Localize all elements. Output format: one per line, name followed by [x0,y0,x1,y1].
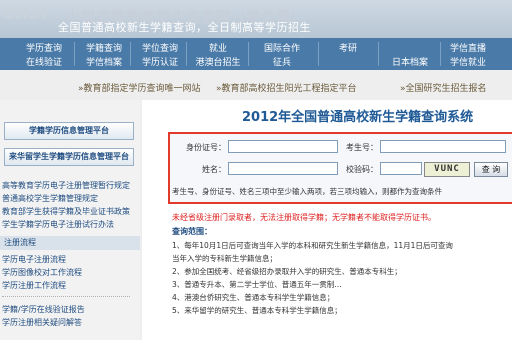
nav-item-enrollment-query[interactable]: 学籍查询 [76,42,132,56]
sidebar-link[interactable]: 学历注册工作流程 [2,280,66,291]
name-input[interactable] [228,162,338,175]
nav-item-degree-cert[interactable]: 学位查询 [132,42,188,56]
name-label: 姓名： [202,165,226,174]
nav-item-employment[interactable]: 就业 [190,42,246,56]
sidebar: 学籍学历信息管理平台 来华留学生学籍学历信息管理平台 高等教育学历电子注册管理暂… [0,100,140,340]
scope-line: 3、普通专升本、第二学士学位、普通五年一贯制… [172,280,342,289]
id-number-input[interactable] [228,140,338,153]
ticker-item[interactable]: »全国研究生招生报名 [400,81,487,94]
nav-item-international[interactable]: 国际合作 [254,42,310,56]
nav-item-postgrad[interactable]: 考研 [320,42,376,56]
nav-separator [378,42,379,66]
nav-separator [74,42,75,66]
query-form: 身份证号： 考生号： 姓名： 校验码： VUNC 查 询 考生号、身份证号、姓名… [168,132,512,204]
ticker-item[interactable]: »教育部高校招生阳光工程指定平台 [216,81,357,94]
sidebar-link[interactable]: 高等教育学历电子注册管理暂行规定 [2,180,130,191]
nav-item-japan[interactable]: 日本档案 [382,56,438,70]
captcha-input[interactable] [380,162,422,175]
sidebar-link[interactable]: 学历注册相关疑问解答 [2,317,82,328]
nav-item-hk-mo-tw[interactable]: 港澳台招生 [190,56,246,70]
query-button[interactable]: 查 询 [474,162,508,177]
id-number-label: 身份证号： [186,143,226,152]
nav-separator [248,42,249,66]
sidebar-section-heading: 注册流程 [0,236,140,250]
ticker-item[interactable]: »教育部指定学历查询唯一网站 [78,81,201,94]
scope-line: 4、港澳台侨研究生、普通本专科学生学籍信息； [172,293,335,302]
nav-item-career[interactable]: 学信就业 [440,56,496,70]
nav-item-student-archive[interactable]: 学信档案 [76,56,132,70]
captcha-image[interactable]: VUNC [424,162,470,177]
nav-item-live[interactable]: 学信直播 [440,42,496,56]
scope-line: 2、参加全国统考、经省级招办录取并入学的研究生、普通本专科生； [172,267,402,276]
nav-separator [318,42,319,66]
sidebar-link[interactable]: 学籍/学历在线验证报告 [2,304,85,315]
nav-item-degree-auth[interactable]: 学历认证 [132,56,188,70]
sidebar-button-foreign-student-platform[interactable]: 来华留学生学籍学历信息管理平台 [4,148,134,166]
scope-line: 5、来华留学的研究生、普通本专科学生学籍信息； [172,306,342,315]
captcha-label: 校验码： [346,165,378,174]
nav-item-military[interactable]: 征兵 [254,56,310,70]
scope-line: 当年入学的专科新生学籍信息； [172,254,277,263]
scope-line: 1、每年10月1日后可查询当年入学的本科和研究生新生学籍信息，11月1日后可查询 [172,241,453,250]
sidebar-divider [2,296,130,297]
page-title: 2012年全国普通高校新生学籍查询系统 [242,110,474,125]
form-hint: 考生号、身份证号、姓名三项中至少输入两项，若三项均输入，则都作为查询条件 [172,187,442,196]
nav-item-online-verify[interactable]: 在线验证 [16,56,72,70]
exam-number-input[interactable] [380,140,506,153]
warning-text: 未经省级注册门录取者，无法注册取得学籍；无学籍者不能取得学历证书。 [172,213,436,222]
chsi-logo[interactable]: CHSI [4,5,48,23]
sidebar-link[interactable]: 学生学籍学历电子注册试行办法 [2,219,114,230]
sidebar-link[interactable]: 普通高校学生学籍管理规定 [2,193,98,204]
sidebar-button-registry-platform[interactable]: 学籍学历信息管理平台 [4,122,134,140]
nav-item-degree-query[interactable]: 学历查询 [16,42,72,56]
sidebar-link[interactable]: 学历图像校对工作流程 [2,267,82,278]
overlay-banner-text: 全国普通高校新生学籍查询，全日制高等学历招生 [58,21,311,34]
exam-number-label: 考生号： [346,143,378,152]
sidebar-link[interactable]: 学历电子注册流程 [2,254,66,265]
sidebar-link[interactable]: 教育部学生获得学籍及毕业证书政策 [2,206,130,217]
main-panel: 2012年全国普通高校新生学籍查询系统 身份证号： 考生号： 姓名： 校验码： … [142,100,512,340]
ticker-bar: »教育部指定学历查询唯一网站 »教育部高校招生阳光工程指定平台 »全国研究生招生… [0,78,512,94]
scope-title: 查询范围： [172,227,212,236]
